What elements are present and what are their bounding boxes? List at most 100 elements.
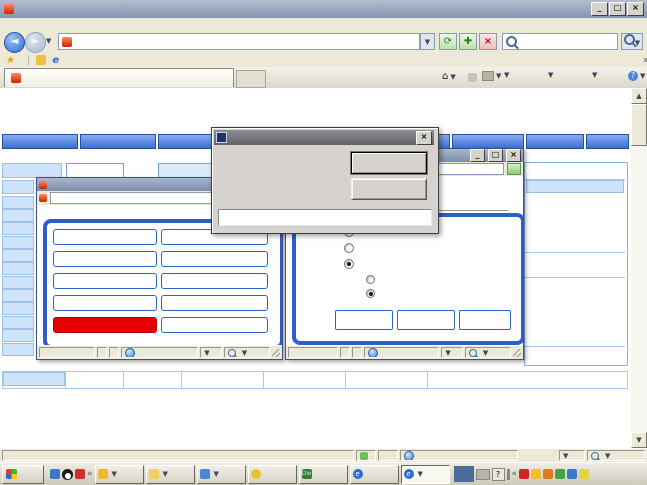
radio-simple-report[interactable]	[344, 243, 360, 253]
print-button[interactable]: ▼	[482, 71, 501, 81]
notes-column	[524, 162, 628, 366]
search-go-button[interactable]: ▼	[621, 33, 643, 50]
maximize-button[interactable]: □	[609, 2, 626, 16]
compatibility-button[interactable]: ✚	[459, 33, 477, 50]
zoom-control[interactable]: ▼	[224, 347, 271, 358]
quicklaunch-app-icon[interactable]	[75, 469, 85, 479]
internet-globe-icon	[404, 451, 414, 461]
chevron-more-icon[interactable]: »	[643, 55, 647, 66]
toolbar-button-select[interactable]	[526, 134, 584, 149]
cancel-button[interactable]	[459, 310, 511, 330]
task-button-global[interactable]	[248, 465, 297, 484]
menu-item-4[interactable]	[53, 295, 157, 311]
feed-icon[interactable]	[468, 73, 477, 82]
scroll-up-icon[interactable]: ▲	[631, 88, 647, 104]
minimize-button[interactable]: _	[591, 2, 608, 16]
tab-stub[interactable]	[236, 70, 266, 88]
tab-active[interactable]	[4, 68, 234, 87]
resize-grip[interactable]	[272, 349, 280, 357]
menu-item-0-exit[interactable]	[161, 317, 268, 333]
popup2-close-button[interactable]: ×	[506, 149, 521, 162]
scroll-down-icon[interactable]: ▼	[631, 432, 647, 448]
menu-item-9[interactable]	[161, 295, 268, 311]
preview-report-button[interactable]	[335, 310, 393, 330]
protected-mode-indicator[interactable]: ▼	[559, 450, 585, 461]
toolbar-button-help[interactable]	[586, 134, 629, 149]
tray-icon-yellow[interactable]	[579, 469, 589, 479]
popup2-maximize-button[interactable]: □	[488, 149, 503, 162]
protected-mode-indicator[interactable]: ▼	[200, 347, 221, 358]
print-icon	[482, 71, 494, 81]
language-indicator[interactable]	[454, 466, 474, 482]
popup2-minimize-button[interactable]: _	[470, 149, 485, 162]
menu-item-5-selected[interactable]	[53, 317, 157, 333]
tab-bar: ⌂▼ ▼ ▼ ▼ ▼ ?▼	[0, 67, 647, 89]
refresh-button[interactable]: ⟳	[439, 33, 457, 50]
start-button[interactable]	[2, 465, 44, 484]
menu-item-7[interactable]	[161, 251, 268, 267]
back-button[interactable]: ◄	[4, 32, 25, 53]
dialog-close-button[interactable]: ×	[416, 131, 432, 145]
task-button-adobe[interactable]: Dw	[299, 465, 348, 484]
tray-icon-shield[interactable]	[567, 469, 577, 479]
dialog-ok-button[interactable]	[351, 152, 427, 174]
history-dropdown-icon[interactable]: ▼	[46, 37, 51, 45]
favorite-item-icon	[36, 55, 46, 65]
toolbar-button-print[interactable]	[452, 134, 524, 149]
task-button-win[interactable]: ▼	[146, 465, 195, 484]
radio-dept-analysis[interactable]	[366, 289, 380, 298]
help-menu-button[interactable]: ?▼	[628, 71, 645, 81]
month-header	[2, 180, 34, 194]
zoom-control[interactable]: ▼	[587, 450, 645, 461]
task-button-internet[interactable]: e▼	[401, 465, 450, 484]
address-input[interactable]	[58, 33, 420, 50]
quicklaunch-desktop-icon[interactable]	[50, 469, 60, 479]
address-dropdown-icon[interactable]: ▼	[420, 33, 435, 50]
toolbar-button-transfer[interactable]	[80, 134, 156, 149]
protected-mode-indicator[interactable]: ▼	[441, 347, 462, 358]
radio-include-personal[interactable]	[366, 275, 380, 284]
window-icon	[4, 4, 14, 14]
window-titlebar[interactable]: _ □ ×	[0, 0, 647, 18]
task-button-uc[interactable]: ▼	[95, 465, 144, 484]
dialog-titlebar[interactable]: ×	[214, 130, 434, 145]
tray-icon-green[interactable]	[555, 469, 565, 479]
printer-tray-icon[interactable]	[476, 469, 490, 480]
tray-expand-icon[interactable]: «	[512, 469, 518, 479]
favorites-star-icon[interactable]: ★	[6, 55, 15, 66]
export-file-button[interactable]	[397, 310, 455, 330]
tray-icon-orange[interactable]	[543, 469, 553, 479]
forward-button[interactable]: ►	[25, 32, 46, 53]
menu-item-1[interactable]	[53, 229, 157, 245]
menu-item-3[interactable]	[53, 273, 157, 289]
safety-menu-button[interactable]: ▼	[546, 71, 553, 79]
page-menu-button[interactable]: ▼	[502, 71, 509, 79]
stop-button[interactable]: ×	[479, 33, 497, 50]
ie-e-icon: e	[404, 469, 414, 479]
filename-input[interactable]	[218, 209, 432, 226]
resize-grip[interactable]	[513, 349, 521, 357]
quicklaunch-chevron-icon[interactable]: »	[87, 469, 93, 479]
search-input[interactable]	[502, 33, 618, 50]
scrollbar-thumb[interactable]	[631, 104, 647, 146]
home-button[interactable]: ⌂▼	[442, 71, 456, 82]
help-tray-icon[interactable]: ?	[492, 468, 505, 481]
toolbar-button-edit[interactable]	[2, 134, 78, 149]
tools-menu-button[interactable]: ▼	[590, 71, 597, 79]
menu-item-8[interactable]	[161, 273, 268, 289]
emp-code-input[interactable]	[66, 163, 124, 178]
close-button[interactable]: ×	[627, 2, 644, 16]
radio-icon	[344, 243, 354, 253]
menu-item-2[interactable]	[53, 251, 157, 267]
pen-tray-icon[interactable]	[507, 469, 510, 480]
task-button-al[interactable]: e	[350, 465, 399, 484]
tray-icon-qq[interactable]	[519, 469, 529, 479]
task-button-rem[interactable]: ▼	[197, 465, 246, 484]
dialog-cancel-button[interactable]	[351, 178, 427, 200]
radio-total-report[interactable]	[344, 259, 360, 269]
zoom-control[interactable]: ▼	[465, 347, 511, 358]
page-scrollbar[interactable]: ▲ ▼	[631, 88, 647, 448]
quicklaunch-qq-icon[interactable]	[62, 469, 73, 480]
go-button-icon[interactable]	[507, 163, 521, 175]
tray-icon-star[interactable]	[531, 469, 541, 479]
